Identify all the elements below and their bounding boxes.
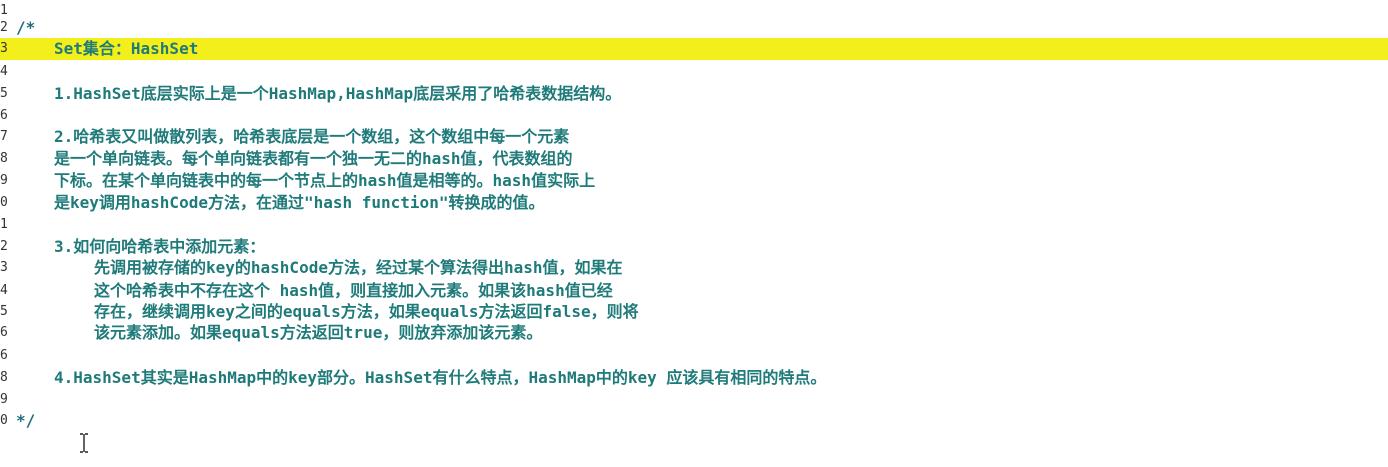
line-number: 9: [0, 173, 8, 188]
editor-line[interactable]: 2 /*: [0, 17, 1388, 39]
line-text: 先调用被存储的key的hashCode方法，经过某个算法得出hash值，如果在: [94, 258, 623, 277]
line-number: 6: [0, 325, 8, 340]
line-number: 2: [0, 239, 8, 254]
line-number: 8: [0, 151, 8, 166]
editor-line[interactable]: 4 这个哈希表中不存在这个 hash值，则直接加入元素。如果该hash值已经: [0, 280, 1388, 302]
line-text: 1.HashSet底层实际上是一个HashMap,HashMap底层采用了哈希表…: [54, 84, 622, 103]
editor-line[interactable]: 7 2.哈希表又叫做散列表，哈希表底层是一个数组，这个数组中每一个元素: [0, 126, 1388, 148]
line-text: 3.如何向哈希表中添加元素：: [54, 237, 266, 256]
line-number: 1: [0, 217, 8, 232]
line-number: 2: [0, 20, 8, 35]
editor-line[interactable]: 4: [0, 61, 1388, 83]
line-text: 是一个单向链表。每个单向链表都有一个独一无二的hash值，代表数组的: [54, 149, 573, 168]
line-number: 6: [0, 348, 8, 363]
line-text: Set集合：HashSet: [54, 39, 199, 58]
line-number: 7: [0, 129, 8, 144]
line-number: 3: [0, 260, 8, 275]
editor-line[interactable]: 1: [0, 214, 1388, 236]
code-editor[interactable]: 1 2 /* 3 Set集合：HashSet 4 5 1.HashSet底层实际…: [0, 0, 1388, 467]
line-number: 5: [0, 304, 8, 319]
editor-line[interactable]: 3 先调用被存储的key的hashCode方法，经过某个算法得出hash值，如果…: [0, 257, 1388, 279]
line-text: 下标。在某个单向链表中的每一个节点上的hash值是相等的。hash值实际上: [54, 171, 596, 190]
line-number: 6: [0, 108, 8, 123]
comment-open: /*: [16, 18, 36, 37]
editor-line[interactable]: 9 下标。在某个单向链表中的每一个节点上的hash值是相等的。hash值实际上: [0, 170, 1388, 192]
editor-line[interactable]: 5 存在，继续调用key之间的equals方法，如果equals方法返回fals…: [0, 301, 1388, 323]
editor-line[interactable]: 6 该元素添加。如果equals方法返回true，则放弃添加该元素。: [0, 322, 1388, 344]
editor-line[interactable]: 6: [0, 345, 1388, 367]
line-number: 0: [0, 195, 8, 210]
line-number: 3: [0, 41, 8, 56]
editor-line[interactable]: 9: [0, 389, 1388, 411]
line-text: 2.哈希表又叫做散列表，哈希表底层是一个数组，这个数组中每一个元素: [54, 127, 570, 146]
line-text: 存在，继续调用key之间的equals方法，如果equals方法返回false，…: [94, 302, 639, 321]
editor-line[interactable]: 0 */: [0, 410, 1388, 432]
text-ibeam-icon: [80, 433, 88, 453]
line-number: 4: [0, 283, 8, 298]
editor-line-highlighted[interactable]: 3 Set集合：HashSet: [0, 38, 1388, 60]
line-text: 该元素添加。如果equals方法返回true，则放弃添加该元素。: [94, 323, 543, 342]
line-number: 4: [0, 64, 8, 79]
line-text: 4.HashSet其实是HashMap中的key部分。HashSet有什么特点，…: [54, 368, 827, 387]
editor-line[interactable]: 2 3.如何向哈希表中添加元素：: [0, 236, 1388, 258]
line-number: 8: [0, 370, 8, 385]
line-number: 9: [0, 392, 8, 407]
line-number: 5: [0, 86, 8, 101]
editor-line[interactable]: 8 4.HashSet其实是HashMap中的key部分。HashSet有什么特…: [0, 367, 1388, 389]
line-text: 是key调用hashCode方法，在通过"hash function"转换成的值…: [54, 193, 545, 212]
editor-line[interactable]: 5 1.HashSet底层实际上是一个HashMap,HashMap底层采用了哈…: [0, 83, 1388, 105]
editor-line[interactable]: 6: [0, 105, 1388, 127]
comment-close: */: [16, 411, 36, 430]
line-number: 0: [0, 413, 8, 428]
line-text: 这个哈希表中不存在这个 hash值，则直接加入元素。如果该hash值已经: [94, 281, 613, 300]
editor-line[interactable]: 8 是一个单向链表。每个单向链表都有一个独一无二的hash值，代表数组的: [0, 148, 1388, 170]
editor-line[interactable]: 0 是key调用hashCode方法，在通过"hash function"转换成…: [0, 192, 1388, 214]
